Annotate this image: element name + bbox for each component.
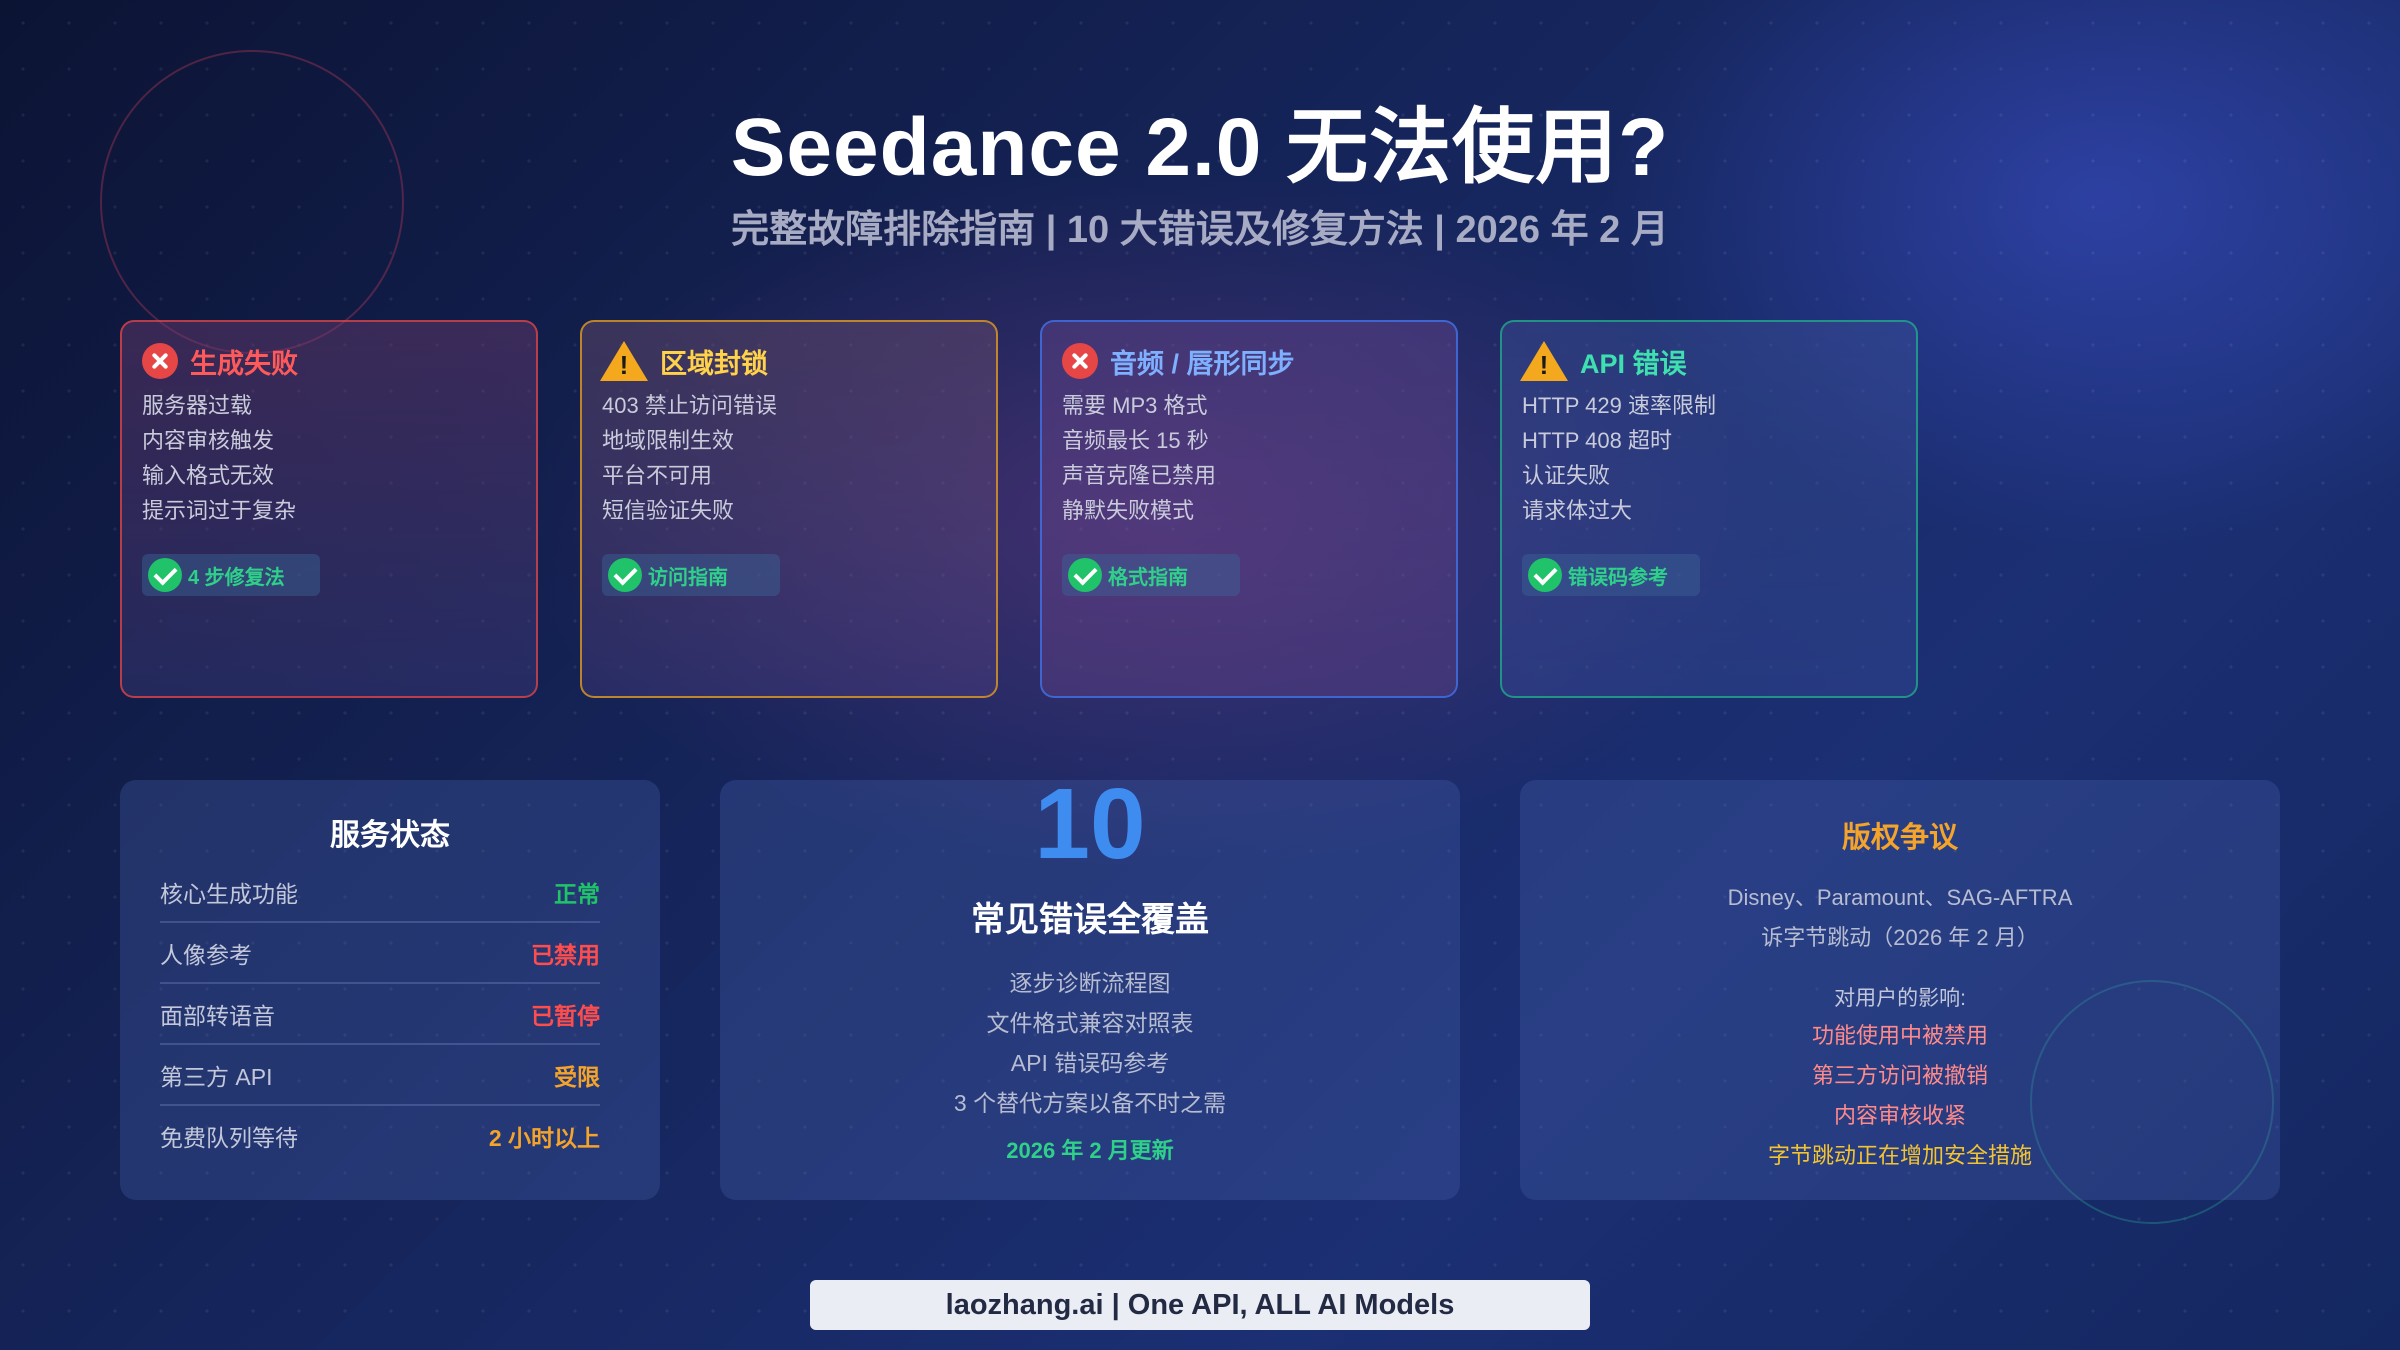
issue-item: 服务器过载 [142, 393, 253, 418]
card-title: 生成失败 [190, 348, 298, 379]
error-card-api-errors: ! API 错误 HTTP 429 速率限制 HTTP 408 超时 认证失败 … [1500, 320, 1918, 698]
impact-item: 字节跳动正在增加安全措施 [1767, 1143, 2032, 1168]
card-issue-list: HTTP 429 速率限制 HTTP 408 超时 认证失败 请求体过大 [1522, 388, 1896, 528]
service-status-title: 服务状态 [330, 819, 450, 852]
card-header: 生成失败 [142, 340, 516, 382]
status-value: 已暂停 [531, 1002, 600, 1029]
error-x-icon [1062, 343, 1098, 379]
summary-item: API 错误码参考 [1010, 1050, 1170, 1076]
issue-item: HTTP 408 超时 [1522, 428, 1672, 453]
card-title: API 错误 [1580, 348, 1687, 379]
issue-item: 提示词过于复杂 [142, 498, 297, 523]
card-title: 区域封锁 [660, 348, 768, 379]
description-line: Disney、Paramount、SAG-AFTRA [1727, 885, 2073, 910]
error-x-icon [142, 343, 178, 379]
issue-item: 认证失败 [1522, 463, 1611, 488]
warning-icon: ! [1520, 341, 1568, 381]
impact-heading: 对用户的影响: [1834, 987, 1966, 1010]
status-label: 面部转语音 [160, 1002, 275, 1029]
fix-label: 格式指南 [1108, 566, 1188, 589]
card-issue-list: 服务器过载 内容审核触发 输入格式无效 提示词过于复杂 [142, 388, 516, 528]
copyright-panel: 版权争议 Disney、Paramount、SAG-AFTRA 诉字节跳动（20… [1520, 780, 2280, 1200]
fix-guide-link[interactable]: 格式指南 [1062, 554, 1240, 596]
check-icon [608, 558, 642, 592]
card-header: ! 区域封锁 [600, 340, 976, 382]
summary-item: 文件格式兼容对照表 [986, 1010, 1194, 1036]
updated-date: 2026 年 2 月更新 [1006, 1138, 1174, 1163]
card-header: ! API 错误 [1520, 340, 1896, 382]
status-row: 人像参考 已禁用 [160, 923, 600, 984]
copyright-description: Disney、Paramount、SAG-AFTRA 诉字节跳动（2026 年 … [1520, 878, 2280, 958]
check-icon [148, 558, 182, 592]
page-title: Seedance 2.0 无法使用? [730, 102, 1670, 193]
error-count-number: 10 [1034, 768, 1146, 880]
summary-title: 常见错误全覆盖 [971, 901, 1209, 939]
fix-guide-link[interactable]: 访问指南 [602, 554, 780, 596]
status-row: 第三方 API 受限 [160, 1045, 600, 1106]
status-value: 已禁用 [531, 941, 600, 968]
issue-item: 输入格式无效 [142, 463, 275, 488]
error-card-generation-failed: 生成失败 服务器过载 内容审核触发 输入格式无效 提示词过于复杂 4 步修复法 [120, 320, 538, 698]
copyright-title: 版权争议 [1841, 822, 1958, 854]
check-icon [1528, 558, 1562, 592]
status-list: 核心生成功能 正常 人像参考 已禁用 面部转语音 已暂停 第三方 API 受限 … [120, 862, 660, 1165]
issue-item: 请求体过大 [1522, 498, 1633, 523]
card-issue-list: 403 禁止访问错误 地域限制生效 平台不可用 短信验证失败 [602, 388, 976, 528]
warning-icon: ! [600, 341, 648, 381]
impact-item: 功能使用中被禁用 [1811, 1023, 1988, 1048]
issue-item: 需要 MP3 格式 [1062, 393, 1208, 418]
fix-guide-link[interactable]: 错误码参考 [1522, 554, 1700, 596]
status-value: 受限 [554, 1063, 600, 1090]
issue-item: 403 禁止访问错误 [602, 393, 777, 418]
card-issue-list: 需要 MP3 格式 音频最长 15 秒 声音克隆已禁用 静默失败模式 [1062, 388, 1436, 528]
status-label: 人像参考 [160, 941, 252, 968]
fix-label: 4 步修复法 [188, 566, 285, 589]
issue-item: 声音克隆已禁用 [1062, 463, 1217, 488]
fix-guide-link[interactable]: 4 步修复法 [142, 554, 320, 596]
card-header: 音频 / 唇形同步 [1062, 340, 1436, 382]
summary-item: 3 个替代方案以备不时之需 [953, 1090, 1227, 1116]
description-line: 诉字节跳动（2026 年 2 月） [1761, 925, 2039, 950]
footer-banner[interactable]: laozhang.ai | One API, ALL AI Models [810, 1280, 1590, 1330]
check-icon [1068, 558, 1102, 592]
error-card-region-blocked: ! 区域封锁 403 禁止访问错误 地域限制生效 平台不可用 短信验证失败 访问… [580, 320, 998, 698]
status-row: 核心生成功能 正常 [160, 862, 600, 923]
issue-item: HTTP 429 速率限制 [1522, 393, 1716, 418]
status-value: 2 小时以上 [488, 1124, 600, 1151]
status-row: 免费队列等待 2 小时以上 [160, 1106, 600, 1165]
issue-item: 音频最长 15 秒 [1062, 428, 1209, 453]
status-row: 面部转语音 已暂停 [160, 984, 600, 1045]
impact-item: 第三方访问被撤销 [1811, 1063, 1988, 1088]
issue-item: 短信验证失败 [602, 498, 735, 523]
issue-item: 内容审核触发 [142, 428, 275, 453]
issue-item: 静默失败模式 [1062, 498, 1195, 523]
summary-item: 逐步诊断流程图 [1009, 970, 1171, 996]
status-value: 正常 [554, 880, 600, 907]
page-subtitle: 完整故障排除指南 | 10 大错误及修复方法 | 2026 年 2 月 [731, 209, 1669, 251]
impact-item: 内容审核收紧 [1833, 1103, 1966, 1128]
service-status-panel: 服务状态 核心生成功能 正常 人像参考 已禁用 面部转语音 已暂停 第三方 AP… [120, 780, 660, 1200]
status-label: 核心生成功能 [160, 880, 298, 907]
fix-label: 访问指南 [648, 566, 728, 589]
error-card-audio-lipsync: 音频 / 唇形同步 需要 MP3 格式 音频最长 15 秒 声音克隆已禁用 静默… [1040, 320, 1458, 698]
impact-list: 功能使用中被禁用 第三方访问被撤销 内容审核收紧 字节跳动正在增加安全措施 [1520, 1016, 2280, 1176]
fix-label: 错误码参考 [1568, 566, 1668, 589]
summary-panel: 10 常见错误全覆盖 逐步诊断流程图 文件格式兼容对照表 API 错误码参考 3… [720, 774, 1460, 1200]
status-label: 免费队列等待 [160, 1124, 298, 1151]
issue-item: 地域限制生效 [602, 428, 735, 453]
status-label: 第三方 API [160, 1063, 273, 1090]
summary-list: 逐步诊断流程图 文件格式兼容对照表 API 错误码参考 3 个替代方案以备不时之… [720, 963, 1460, 1123]
issue-item: 平台不可用 [602, 463, 713, 488]
card-title: 音频 / 唇形同步 [1110, 348, 1295, 379]
